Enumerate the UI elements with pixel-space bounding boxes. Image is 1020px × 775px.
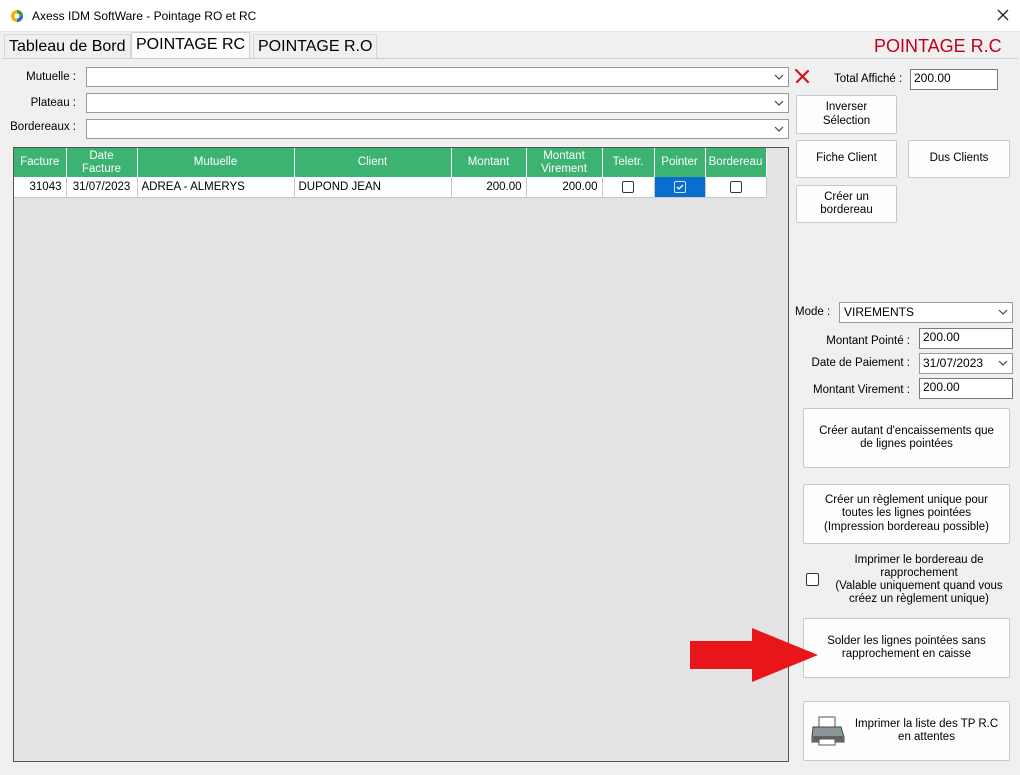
pointer-checkbox[interactable] [673,180,686,193]
col-header-montant-virement[interactable]: Montant Virement [526,148,603,177]
col-header-montant[interactable]: Montant [451,148,527,177]
col-header-pointer[interactable]: Pointer [654,148,706,177]
window-title: Axess IDM SoftWare - Pointage RO et RC [32,9,257,23]
montant-virement-label: Montant Virement : [813,384,910,396]
printer-icon [811,716,845,746]
montant-pointe-field[interactable]: 200.00 [919,328,1013,349]
col-header-date-facture[interactable]: Date Facture [66,148,138,177]
page-heading: POINTAGE R.C [874,36,1002,56]
cell-teletr[interactable] [602,177,655,198]
clear-x-icon[interactable] [794,68,810,84]
col-header-client[interactable]: Client [294,148,452,177]
creer-encaissements-button[interactable]: Créer autant d'encaissements que de lign… [803,408,1010,468]
creer-bordereau-button[interactable]: Créer un bordereau [796,185,897,223]
red-arrow-icon [690,628,818,682]
tab-pointage-rc[interactable]: POINTAGE RC [131,32,251,58]
tab-pointage-ro[interactable]: POINTAGE R.O [253,34,378,58]
chevron-down-icon [998,360,1008,366]
solder-lignes-button[interactable]: Solder les lignes pointées sans rapproch… [803,618,1010,678]
app-logo-icon [11,10,23,22]
creer-reglement-unique-button[interactable]: Créer un règlement unique pour toutes le… [803,484,1010,544]
date-paiement-value: 31/07/2023 [923,356,984,370]
bordereau-checkbox[interactable] [729,180,742,193]
plateau-combo[interactable] [86,93,789,113]
cell-pointer[interactable] [654,177,706,198]
total-affiche-label: Total Affiché : [834,73,903,85]
cell-bordereau[interactable] [705,177,767,198]
col-header-teletr[interactable]: Teletr. [602,148,655,177]
imprimer-bordereau-checkbox[interactable] [806,573,819,586]
table-row[interactable]: 31043 31/07/2023 ADREA - ALMERYS DUPOND … [14,177,767,198]
mutuelle-label: Mutuelle : [26,71,76,83]
col-header-mutuelle[interactable]: Mutuelle [137,148,295,177]
chevron-down-icon [774,126,784,132]
chevron-down-icon [774,74,784,80]
mutuelle-combo[interactable] [86,67,789,87]
imprimer-liste-label: Imprimer la liste des TP R.C en attentes [854,717,999,743]
teletr-checkbox[interactable] [622,180,634,193]
pointage-table: Facture Date Facture Mutuelle Client Mon… [14,148,767,198]
cell-client[interactable]: DUPOND JEAN [294,177,452,198]
tab-tableau-de-bord[interactable]: Tableau de Bord [4,34,131,58]
date-paiement-picker[interactable]: 31/07/2023 [919,353,1013,374]
montant-pointe-label: Montant Pointé : [826,335,910,347]
col-header-facture[interactable]: Facture [14,148,67,177]
close-button[interactable] [990,4,1016,26]
cell-montant[interactable]: 200.00 [451,177,527,198]
cell-mutuelle[interactable]: ADREA - ALMERYS [137,177,295,198]
total-affiche-field[interactable]: 200.00 [910,69,998,90]
montant-virement-field[interactable]: 200.00 [919,378,1013,399]
cell-montant-virement[interactable]: 200.00 [526,177,603,198]
chevron-down-icon [998,309,1008,315]
fiche-client-button[interactable]: Fiche Client [796,140,897,178]
mode-value: VIREMENTS [844,305,915,319]
plateau-label: Plateau : [30,97,76,109]
bordereaux-label: Bordereaux : [10,121,76,133]
date-paiement-label: Date de Paiement : [811,357,910,369]
mode-combo[interactable]: VIREMENTS [839,302,1013,323]
dus-clients-button[interactable]: Dus Clients [908,140,1010,178]
imprimer-bordereau-label: Imprimer le bordereau de rapprochement (… [835,554,1003,605]
table-header-row: Facture Date Facture Mutuelle Client Mon… [14,148,767,177]
pointage-grid: Facture Date Facture Mutuelle Client Mon… [13,147,789,762]
cell-facture[interactable]: 31043 [14,177,67,198]
imprimer-liste-button[interactable]: Imprimer la liste des TP R.C en attentes [803,701,1010,761]
close-icon [997,9,1009,21]
inverser-selection-button[interactable]: Inverser Sélection [796,95,897,134]
chevron-down-icon [774,100,784,106]
mode-label: Mode : [795,306,831,318]
col-header-bordereau[interactable]: Bordereau [705,148,767,177]
check-icon [676,184,683,190]
cell-date-facture[interactable]: 31/07/2023 [66,177,138,198]
bordereaux-combo[interactable] [86,119,789,139]
